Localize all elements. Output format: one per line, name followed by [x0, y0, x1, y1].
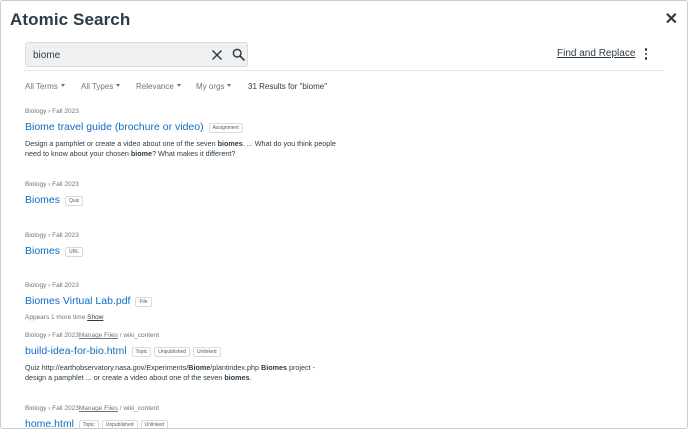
close-icon[interactable]: ✕ — [665, 11, 678, 29]
search-result: Biology › Fall 2023 Biome travel guide (… — [25, 107, 365, 159]
result-title-link[interactable]: Biome travel guide (brochure or video) — [25, 121, 204, 134]
snippet-text: . ... What do you think people — [242, 139, 336, 148]
status-badge: Unlinked — [140, 419, 168, 428]
search-icon[interactable] — [232, 48, 245, 61]
status-badge: Unpublished — [154, 346, 191, 357]
filter-all-types[interactable]: All Types — [81, 82, 121, 91]
results-count: 31 Results for "biome" — [248, 82, 328, 91]
filter-label: All Types — [81, 82, 114, 91]
breadcrumb: Biology › Fall 2023 — [25, 232, 79, 239]
search-result: Biology › Fall 2023 Biomes Quiz — [25, 180, 365, 207]
result-snippet: Quiz http://earthobservatory.nasa.gov/Ex… — [25, 363, 365, 383]
manage-files-link[interactable]: Manage Files — [79, 332, 118, 339]
filter-label: Relevance — [136, 82, 174, 91]
snippet-line: design a pamphlet ... or create a video … — [25, 373, 365, 383]
snippet-text: design a pamphlet ... or create a video … — [25, 373, 225, 382]
breadcrumb: Biology › Fall 2023Manage Files / wiki_c… — [25, 332, 160, 339]
filter-my-orgs[interactable]: My orgs — [196, 82, 232, 91]
search-result: Biology › Fall 2023Manage Files / wiki_c… — [25, 331, 365, 383]
filter-all-terms[interactable]: All Terms — [25, 82, 65, 91]
highlighted-term: Biome — [188, 363, 211, 372]
more-occurrences: Appears 1 more time Show — [25, 314, 104, 321]
show-more-link[interactable]: Show — [87, 314, 103, 321]
more-options-icon[interactable] — [643, 48, 649, 62]
search-box — [25, 42, 248, 67]
snippet-text: Quiz http://earthobservatory.nasa.gov/Ex… — [25, 363, 189, 372]
result-title-link[interactable]: Biomes — [25, 194, 60, 207]
search-result: Biology › Fall 2023 Biomes URL — [25, 231, 365, 258]
manage-files-link[interactable]: Manage Files — [79, 405, 118, 412]
type-badge: Assignment — [208, 122, 243, 133]
type-badge: Topic — [79, 419, 99, 428]
caret-down-icon — [227, 84, 232, 88]
search-result: Biology › Fall 2023 Biomes Virtual Lab.p… — [25, 281, 365, 322]
breadcrumb: Biology › Fall 2023Manage Files / wiki_c… — [25, 405, 160, 412]
highlighted-term: Biomes — [261, 363, 287, 372]
snippet-line: Design a pamphlet or create a video abou… — [25, 139, 365, 149]
result-title-link[interactable]: home.html — [25, 418, 74, 428]
snippet-line: need to know about your chosen biome? Wh… — [25, 149, 365, 159]
filter-label: My orgs — [196, 82, 225, 91]
filter-relevance[interactable]: Relevance — [136, 82, 181, 91]
snippet-text: need to know about your chosen — [25, 149, 131, 158]
snippet-text: ? What makes it different? — [152, 149, 236, 158]
search-result: Biology › Fall 2023Manage Files / wiki_c… — [25, 404, 365, 428]
dialog-title: Atomic Search — [10, 10, 131, 29]
status-badge: Unlinked — [193, 346, 221, 357]
snippet-text: project - — [286, 363, 315, 372]
status-badge: Unpublished — [101, 419, 138, 428]
filter-label: All Terms — [25, 82, 58, 91]
breadcrumb: Biology › Fall 2023 — [25, 108, 79, 115]
type-badge: Topic — [131, 346, 152, 357]
type-badge: File — [135, 296, 152, 307]
snippet-text: /plantindex.php — [210, 363, 261, 372]
breadcrumb: Biology › Fall 2023 — [25, 181, 79, 188]
snippet-text: Design a pamphlet or create a video abou… — [25, 139, 218, 148]
highlighted-term: biomes — [217, 139, 243, 148]
result-title-link[interactable]: Biomes — [25, 245, 60, 258]
result-snippet: Design a pamphlet or create a video abou… — [25, 139, 365, 159]
find-and-replace-link[interactable]: Find and Replace — [557, 48, 635, 59]
highlighted-term: biomes — [224, 373, 250, 382]
caret-down-icon — [116, 84, 121, 88]
breadcrumb: Biology › Fall 2023 — [25, 282, 79, 289]
atomic-search-dialog: Atomic Search ✕ Find and Replace All Ter… — [0, 0, 688, 429]
result-title-link[interactable]: Biomes Virtual Lab.pdf — [25, 295, 130, 308]
snippet-line: Quiz http://earthobservatory.nasa.gov/Ex… — [25, 363, 365, 373]
search-input[interactable] — [33, 47, 203, 63]
type-badge: URL — [65, 246, 84, 257]
caret-down-icon — [60, 84, 65, 88]
highlighted-term: biome — [130, 149, 153, 158]
type-badge: Quiz — [65, 195, 84, 206]
result-title-link[interactable]: build-idea-for-bio.html — [25, 345, 127, 358]
snippet-text: . — [249, 373, 252, 382]
clear-icon[interactable] — [211, 48, 223, 62]
caret-down-icon — [176, 84, 181, 88]
